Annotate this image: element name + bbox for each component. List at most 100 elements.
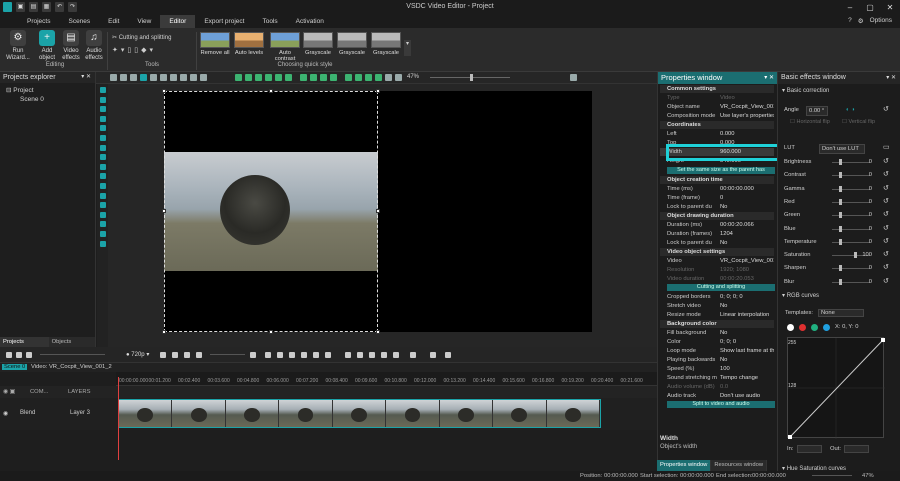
animation-tool-icon[interactable] [99, 221, 106, 228]
chart-tool-icon[interactable] [99, 192, 106, 199]
menu-tools[interactable]: Tools [253, 15, 286, 28]
balloon-tool-icon[interactable] [99, 173, 106, 180]
slider-knob[interactable] [839, 159, 842, 165]
resize-handle[interactable] [376, 89, 380, 93]
rectangle-tool-icon[interactable] [99, 125, 106, 132]
rotate-icon[interactable]: ◐ ◑ [846, 106, 855, 114]
reset-icon[interactable]: ↺ [883, 264, 889, 272]
subtitle-tool-icon[interactable] [99, 163, 106, 170]
settings-tool-icon[interactable] [570, 74, 577, 81]
marker-icon[interactable] [369, 352, 375, 358]
slider-red[interactable]: Red 0 ↺ [784, 198, 894, 206]
help-icon[interactable]: ? [848, 17, 852, 25]
align-center-icon[interactable] [245, 74, 252, 81]
sprite-tool-icon[interactable] [99, 202, 106, 209]
zoom-slider-knob[interactable] [470, 74, 473, 81]
run-wizard-button[interactable]: ⚙ Run Wizard... [4, 30, 32, 62]
prop-stretch-video[interactable]: Stretch video No [660, 302, 774, 310]
slider-green[interactable]: Green 0 ↺ [784, 211, 894, 219]
prop-lock-parent-2[interactable]: Lock to parent du No [660, 239, 774, 247]
tab-scene-0[interactable]: Scene 0 [2, 364, 28, 370]
menu-projects[interactable]: Projects [18, 15, 59, 28]
resize-handle[interactable] [376, 330, 380, 334]
stop-icon[interactable] [160, 352, 166, 358]
quick-style-grayscale-2[interactable]: Grayscale [337, 32, 367, 56]
text-tool-icon[interactable] [99, 154, 106, 161]
cutting-splitting-prop-button[interactable]: Cutting and splitting [667, 284, 775, 291]
menu-export-project[interactable]: Export project [195, 15, 253, 28]
same-size-button[interactable]: Set the same size as the parent has [667, 167, 775, 174]
section-creation-time[interactable]: Object creation time [660, 176, 774, 184]
prop-fill-background[interactable]: Fill background No [660, 329, 774, 337]
selection-rectangle[interactable] [164, 91, 378, 332]
end-icon[interactable] [325, 352, 331, 358]
tab-projects-explorer[interactable]: Projects explorer [0, 337, 49, 355]
curve-red-dot[interactable] [799, 324, 806, 331]
prop-playing-backwards[interactable]: Playing backwards No [660, 356, 774, 364]
lut-select[interactable]: LUT Don't use LUT ▭ [784, 144, 894, 154]
pin-icon[interactable]: ▾ ✕ [764, 72, 774, 84]
prop-sound-stretching[interactable]: Sound stretching m Tempo change [660, 374, 774, 382]
curve-green-dot[interactable] [811, 324, 818, 331]
tree-project[interactable]: ⊟ Project [6, 86, 89, 95]
slider-blue[interactable]: Blue 0 ↺ [784, 225, 894, 233]
prop-left[interactable]: Left 0.000 [660, 130, 774, 138]
cutting-splitting-button[interactable]: ✂ Cutting and splitting [112, 34, 171, 41]
slider-temperature[interactable]: Temperature 0 ↺ [784, 238, 894, 246]
menu-editor[interactable]: Editor [160, 15, 196, 28]
angle-control[interactable]: Angle 0.00 ° ◐ ◑ ↺ [784, 106, 894, 116]
distribute-h-icon[interactable] [345, 74, 352, 81]
minimize-icon[interactable]: – [840, 0, 860, 15]
prev-frame-icon[interactable] [277, 352, 283, 358]
slider-gamma[interactable]: Gamma 0 ↺ [784, 185, 894, 193]
order-front-icon[interactable] [300, 74, 307, 81]
order-backward-icon[interactable] [330, 74, 337, 81]
align-bottom-icon[interactable] [285, 74, 292, 81]
menu-scenes[interactable]: Scenes [59, 15, 99, 28]
prop-video[interactable]: Video VR_Cocpit_View_001 [660, 257, 774, 265]
slider-sharpen[interactable]: Sharpen 0 ↺ [784, 264, 894, 272]
section-video-object[interactable]: Video object settings [660, 248, 774, 256]
layer-visibility-icon[interactable]: ◉ [3, 410, 8, 417]
rgb-curve-graph[interactable] [787, 337, 885, 439]
reset-icon[interactable]: ↺ [883, 238, 889, 246]
zoom-out-icon[interactable] [6, 352, 12, 358]
resize-handle[interactable] [162, 89, 166, 93]
snap-tool-icon[interactable] [180, 74, 187, 81]
menu-activation[interactable]: Activation [287, 15, 333, 28]
video-tool-icon[interactable] [99, 96, 106, 103]
horizontal-flip-checkbox[interactable]: ☐ Horizontal flip [790, 119, 830, 125]
quick-style-auto-contrast[interactable]: Auto contrast [268, 32, 302, 62]
visibility-icon[interactable]: ◉ ▣ [3, 389, 15, 395]
slider-knob[interactable] [839, 278, 842, 285]
align-middle-icon[interactable] [275, 74, 282, 81]
timeline-zoom-slider[interactable] [40, 354, 105, 355]
curve-in-field[interactable]: In: [787, 445, 822, 453]
rewind-start-icon[interactable] [265, 352, 271, 358]
image-tool-icon[interactable] [99, 182, 106, 189]
next-frame-icon[interactable] [313, 352, 319, 358]
distribute-v-icon[interactable] [355, 74, 362, 81]
move-tool-icon[interactable] [99, 240, 106, 247]
hue-saturation-section[interactable]: ▾ Hue Saturation curves [782, 465, 846, 472]
slider-knob[interactable] [854, 252, 857, 259]
grid-snap-icon[interactable] [395, 74, 402, 81]
reset-icon[interactable]: ↺ [883, 251, 889, 259]
prop-time-ms[interactable]: Time (ms) 00:00:00.000 [660, 185, 774, 193]
slider-knob[interactable] [839, 212, 842, 219]
zoom-fit-icon[interactable] [26, 352, 32, 358]
prop-composition-mode[interactable]: Composition mode Use layer's properties [660, 112, 774, 120]
ripple-icon[interactable] [393, 352, 399, 358]
prop-duration-frames[interactable]: Duration (frames) 1204 [660, 230, 774, 238]
slider-knob[interactable] [839, 172, 842, 179]
spectrum-tool-icon[interactable] [99, 230, 106, 237]
pin-icon[interactable]: ▾ ✕ [81, 72, 91, 83]
check-icon[interactable] [430, 352, 436, 358]
paste-tool-icon[interactable] [200, 74, 207, 81]
prop-speed[interactable]: Speed (%) 100 [660, 365, 774, 373]
slider-knob[interactable] [839, 225, 842, 232]
reset-icon[interactable]: ↺ [883, 198, 889, 206]
prop-loop-mode[interactable]: Loop mode Show last frame at the [660, 347, 774, 355]
slider-brightness[interactable]: Brightness 0 ↺ [784, 158, 894, 166]
tab-resources-window[interactable]: Resources window [711, 460, 768, 471]
